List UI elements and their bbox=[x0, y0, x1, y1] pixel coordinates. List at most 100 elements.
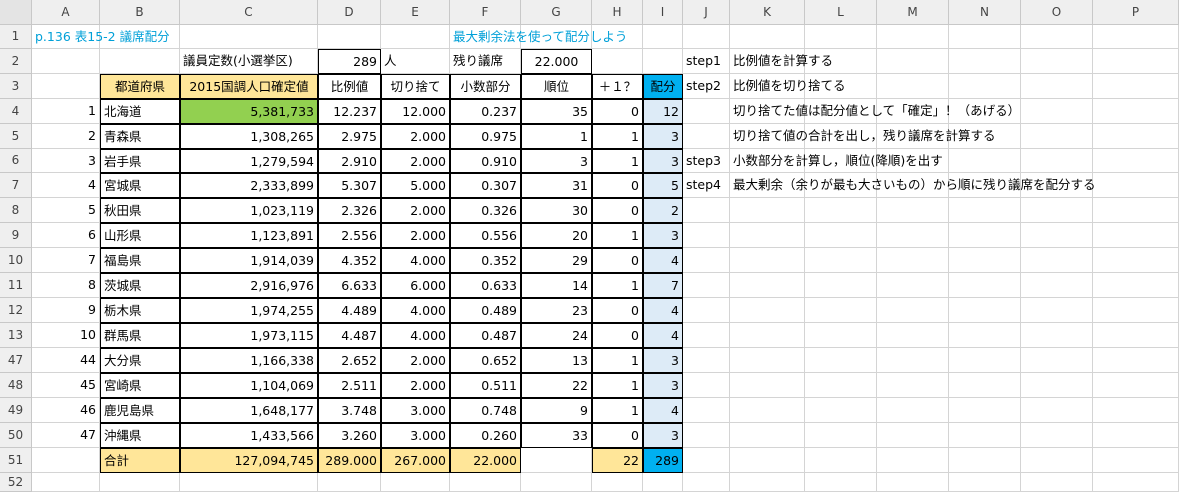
empty-cell[interactable] bbox=[730, 373, 805, 398]
empty-cell[interactable] bbox=[683, 423, 730, 448]
ratio-value[interactable]: 5.307 bbox=[318, 173, 381, 198]
empty-cell[interactable] bbox=[949, 49, 1021, 74]
empty-cell[interactable] bbox=[1021, 74, 1093, 99]
empty-cell[interactable] bbox=[805, 223, 877, 248]
empty-cell[interactable] bbox=[1093, 248, 1179, 273]
rank-value[interactable]: 23 bbox=[521, 298, 592, 323]
empty-cell[interactable] bbox=[1093, 124, 1179, 149]
allocation-value[interactable]: 4 bbox=[643, 248, 683, 273]
header-ratio[interactable]: 比例値 bbox=[318, 74, 381, 99]
empty-cell[interactable] bbox=[877, 423, 949, 448]
population[interactable]: 1,914,039 bbox=[180, 248, 318, 273]
row-header[interactable]: 13 bbox=[0, 323, 32, 348]
pref-name[interactable]: 青森県 bbox=[100, 124, 180, 149]
column-header-F[interactable]: F bbox=[450, 0, 521, 25]
row-header[interactable]: 6 bbox=[0, 149, 32, 173]
floor-value[interactable]: 2.000 bbox=[381, 348, 450, 373]
empty-cell[interactable] bbox=[521, 448, 592, 473]
plus-one-value[interactable]: 1 bbox=[592, 149, 643, 173]
empty-cell[interactable] bbox=[683, 373, 730, 398]
column-header-E[interactable]: E bbox=[381, 0, 450, 25]
floor-value[interactable]: 6.000 bbox=[381, 273, 450, 298]
empty-cell[interactable] bbox=[877, 273, 949, 298]
empty-cell[interactable] bbox=[1021, 473, 1093, 492]
empty-cell[interactable] bbox=[877, 49, 949, 74]
ratio-value[interactable]: 2.556 bbox=[318, 223, 381, 248]
column-header-K[interactable]: K bbox=[730, 0, 805, 25]
column-header-H[interactable]: H bbox=[592, 0, 643, 25]
header-floor[interactable]: 切り捨て bbox=[381, 74, 450, 99]
population[interactable]: 1,279,594 bbox=[180, 149, 318, 173]
floor-value[interactable]: 2.000 bbox=[381, 149, 450, 173]
pref-name[interactable]: 宮城県 bbox=[100, 173, 180, 198]
sheet-subtitle[interactable]: 最大剰余法を使って配分しよう bbox=[450, 25, 627, 49]
empty-cell[interactable] bbox=[683, 298, 730, 323]
empty-cell[interactable] bbox=[683, 124, 730, 149]
empty-cell[interactable] bbox=[805, 25, 877, 49]
plus-one-value[interactable]: 1 bbox=[592, 223, 643, 248]
empty-cell[interactable] bbox=[949, 149, 1021, 173]
empty-cell[interactable] bbox=[592, 473, 643, 492]
fraction-value[interactable]: 0.556 bbox=[450, 223, 521, 248]
rank-value[interactable]: 20 bbox=[521, 223, 592, 248]
header-frac[interactable]: 小数部分 bbox=[450, 74, 521, 99]
population[interactable]: 1,973,115 bbox=[180, 323, 318, 348]
row-header[interactable]: 5 bbox=[0, 124, 32, 149]
empty-cell[interactable] bbox=[683, 398, 730, 423]
step-text[interactable]: 切り捨てた値は配分値として「確定」！（あげる） bbox=[730, 99, 1020, 124]
row-header[interactable]: 2 bbox=[0, 49, 32, 74]
empty-cell[interactable] bbox=[683, 248, 730, 273]
empty-cell[interactable] bbox=[877, 298, 949, 323]
empty-cell[interactable] bbox=[1093, 273, 1179, 298]
empty-cell[interactable] bbox=[730, 248, 805, 273]
fraction-value[interactable]: 0.511 bbox=[450, 373, 521, 398]
pref-name[interactable]: 北海道 bbox=[100, 99, 180, 124]
ratio-value[interactable]: 4.352 bbox=[318, 248, 381, 273]
empty-cell[interactable] bbox=[100, 49, 180, 74]
empty-cell[interactable] bbox=[1021, 448, 1093, 473]
step-tag[interactable]: step1 bbox=[683, 49, 730, 74]
empty-cell[interactable] bbox=[949, 398, 1021, 423]
empty-cell[interactable] bbox=[683, 223, 730, 248]
empty-cell[interactable] bbox=[180, 25, 318, 49]
pref-name[interactable]: 鹿児島県 bbox=[100, 398, 180, 423]
empty-cell[interactable] bbox=[32, 473, 100, 492]
step-tag[interactable]: step4 bbox=[683, 173, 730, 198]
pref-name[interactable]: 宮崎県 bbox=[100, 373, 180, 398]
step-text[interactable]: 小数部分を計算し，順位(降順)を出す bbox=[730, 149, 943, 173]
row-header[interactable]: 47 bbox=[0, 348, 32, 373]
empty-cell[interactable] bbox=[1093, 49, 1179, 74]
row-no[interactable]: 2 bbox=[32, 124, 100, 149]
plus-one-value[interactable]: 0 bbox=[592, 198, 643, 223]
ratio-value[interactable]: 2.652 bbox=[318, 348, 381, 373]
empty-cell[interactable] bbox=[1093, 348, 1179, 373]
empty-cell[interactable] bbox=[592, 49, 643, 74]
empty-cell[interactable] bbox=[1093, 448, 1179, 473]
rank-value[interactable]: 24 bbox=[521, 323, 592, 348]
floor-value[interactable]: 3.000 bbox=[381, 423, 450, 448]
empty-cell[interactable] bbox=[32, 448, 100, 473]
row-header[interactable]: 51 bbox=[0, 448, 32, 473]
empty-cell[interactable] bbox=[949, 248, 1021, 273]
rank-value[interactable]: 22 bbox=[521, 373, 592, 398]
fraction-value[interactable]: 0.633 bbox=[450, 273, 521, 298]
empty-cell[interactable] bbox=[643, 49, 683, 74]
rank-value[interactable]: 13 bbox=[521, 348, 592, 373]
empty-cell[interactable] bbox=[805, 348, 877, 373]
pref-name[interactable]: 群馬県 bbox=[100, 323, 180, 348]
empty-cell[interactable] bbox=[1093, 398, 1179, 423]
empty-cell[interactable] bbox=[683, 25, 730, 49]
empty-cell[interactable] bbox=[1093, 99, 1179, 124]
column-header-C[interactable]: C bbox=[180, 0, 318, 25]
row-header[interactable]: 49 bbox=[0, 398, 32, 423]
header-alloc[interactable]: 配分 bbox=[643, 74, 683, 99]
allocation-value[interactable]: 3 bbox=[643, 149, 683, 173]
rank-value[interactable]: 1 bbox=[521, 124, 592, 149]
empty-cell[interactable] bbox=[381, 25, 450, 49]
step-text[interactable]: 比例値を計算する bbox=[730, 49, 833, 74]
empty-cell[interactable] bbox=[730, 198, 805, 223]
floor-value[interactable]: 2.000 bbox=[381, 223, 450, 248]
fraction-value[interactable]: 0.260 bbox=[450, 423, 521, 448]
total-frac[interactable]: 22.000 bbox=[450, 448, 521, 473]
header-pref[interactable]: 都道府県 bbox=[100, 74, 180, 99]
